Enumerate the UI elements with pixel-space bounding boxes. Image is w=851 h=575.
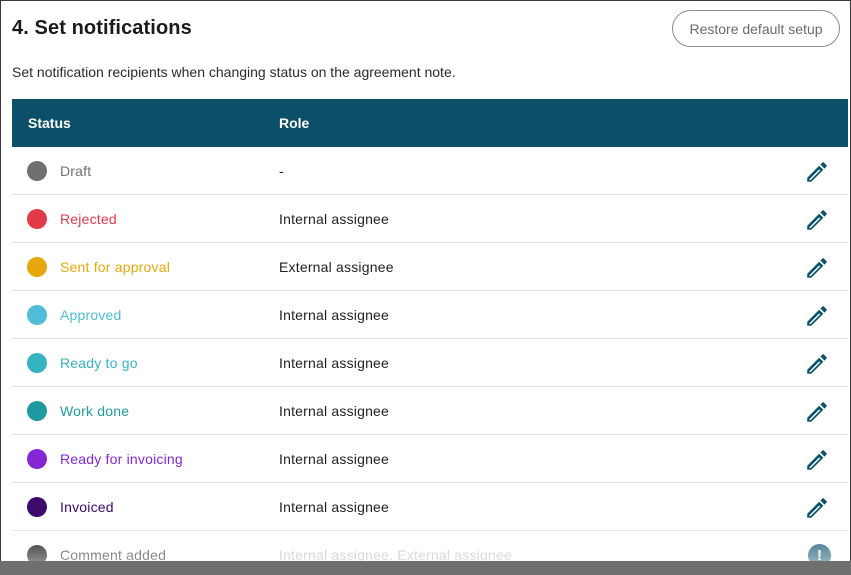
status-label: Approved [60, 306, 122, 323]
role-cell: Internal assignee [279, 498, 390, 515]
role-cell: Internal assignee [279, 402, 390, 419]
edit-pencil-icon[interactable] [804, 207, 830, 233]
role-cell: Internal assignee [279, 354, 390, 371]
edit-pencil-icon[interactable] [804, 159, 830, 185]
status-label: Invoiced [60, 498, 114, 515]
restore-default-button[interactable]: Restore default setup [672, 10, 840, 47]
edit-pencil-icon[interactable] [804, 447, 830, 473]
status-label: Ready to go [60, 354, 138, 371]
table-row: Ready to go Internal assignee [12, 339, 848, 387]
status-cell: Ready for invoicing [12, 448, 279, 469]
bottom-scroll-bar[interactable] [0, 561, 851, 575]
role-cell: External assignee [279, 258, 394, 275]
status-color-dot [27, 256, 47, 277]
status-color-dot [27, 352, 47, 373]
status-label: Draft [60, 162, 92, 179]
status-label: Work done [60, 402, 130, 419]
table-row: Invoiced Internal assignee [12, 483, 848, 531]
role-cell: - [279, 162, 284, 179]
edit-pencil-icon[interactable] [804, 495, 830, 521]
status-color-dot [27, 160, 47, 181]
table-row: Rejected Internal assignee [12, 195, 848, 243]
status-cell: Sent for approval [12, 256, 279, 277]
table-body: Draft - Rejected Internal assignee Sent for … [12, 147, 848, 574]
column-header-role: Role [279, 115, 310, 131]
status-cell: Rejected [12, 208, 279, 229]
status-cell: Invoiced [12, 496, 279, 517]
role-cell: Internal assignee [279, 306, 390, 323]
status-color-dot [27, 448, 47, 469]
notifications-panel: 4. Set notifications Restore default set… [0, 0, 851, 575]
table-row: Draft - [12, 147, 848, 195]
table-row: Ready for invoicing Internal assignee [12, 435, 848, 483]
table-row: Sent for approval External assignee [12, 243, 848, 291]
edit-pencil-icon[interactable] [804, 303, 830, 329]
status-label: Sent for approval [60, 258, 171, 275]
edit-pencil-icon[interactable] [804, 399, 830, 425]
notifications-table: Status Role Draft - Rejected Internal assig… [12, 99, 848, 574]
status-cell: Draft [12, 160, 279, 181]
status-cell: Approved [12, 304, 279, 325]
table-header: Status Role [12, 99, 848, 147]
status-label: Rejected [60, 210, 117, 227]
table-row: Approved Internal assignee [12, 291, 848, 339]
status-color-dot [27, 400, 47, 421]
edit-pencil-icon[interactable] [804, 351, 830, 377]
status-cell: Work done [12, 400, 279, 421]
section-header: 4. Set notifications Restore default set… [12, 10, 840, 47]
column-header-status: Status [28, 115, 71, 131]
table-row: Work done Internal assignee [12, 387, 848, 435]
edit-pencil-icon[interactable] [804, 255, 830, 281]
status-color-dot [27, 304, 47, 325]
status-color-dot [27, 208, 47, 229]
status-color-dot [27, 496, 47, 517]
section-description: Set notification recipients when changin… [12, 64, 456, 80]
status-cell: Ready to go [12, 352, 279, 373]
status-label: Ready for invoicing [60, 450, 183, 467]
role-cell: Internal assignee [279, 210, 390, 227]
role-cell: Internal assignee [279, 450, 390, 467]
